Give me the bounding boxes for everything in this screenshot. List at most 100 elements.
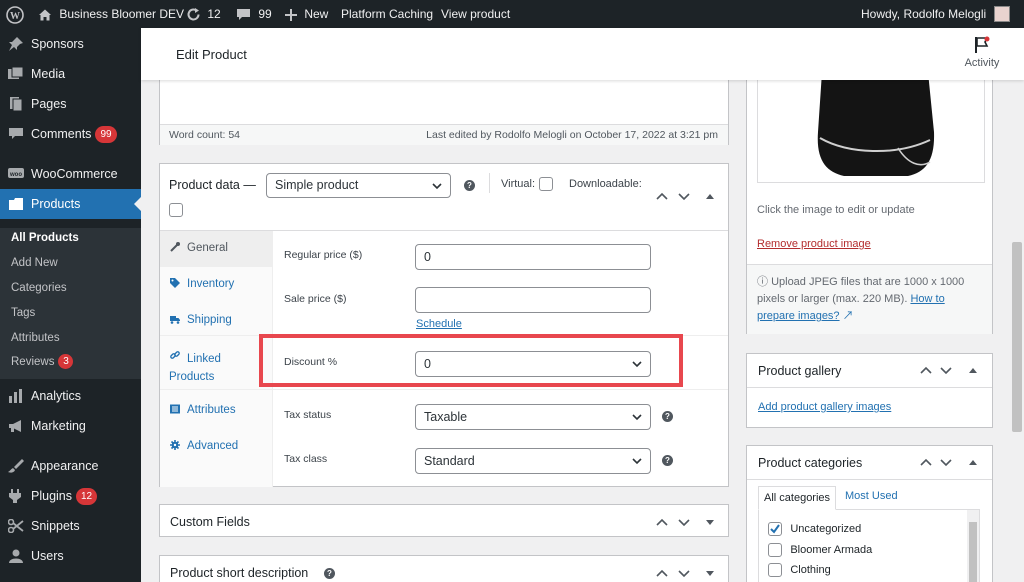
scrollbar-thumb[interactable] — [969, 522, 977, 582]
help-icon[interactable]: ? — [324, 568, 335, 579]
editor-status-bar: Word count: 54 Last edited by Rodolfo Me… — [160, 124, 728, 145]
short-description-title: Product short description — [170, 566, 309, 580]
updates-link[interactable]: 12 — [186, 0, 221, 28]
sidebar-item-label: Snippets — [31, 519, 80, 533]
admin-bar: W Business Bloomer DEV 12 99 New Platfor… — [0, 0, 1024, 28]
downloadable-checkbox[interactable] — [169, 203, 183, 217]
sidebar-item-label: Analytics — [31, 389, 82, 403]
product-image-panel: Click the image to edit or update Remove… — [746, 60, 993, 334]
regular-price-label: Regular price ($) — [284, 249, 363, 261]
upload-note-box: ⓘ Upload JPEG files that are 1000 x 1000… — [747, 264, 992, 334]
tab-inventory[interactable]: Inventory — [160, 267, 274, 303]
tag-icon — [170, 278, 180, 288]
sale-price-input[interactable] — [415, 287, 651, 313]
brush-icon — [8, 459, 24, 473]
category-label: Uncategorized — [790, 522, 862, 535]
new-content-link[interactable]: New — [285, 0, 328, 28]
category-checkbox[interactable] — [768, 542, 782, 557]
woo-icon: woo — [8, 168, 24, 178]
updates-count: 12 — [207, 7, 221, 21]
product-type-value: Simple product — [275, 178, 359, 192]
tax-status-select[interactable]: Taxable — [415, 404, 651, 430]
chevron-down-icon — [432, 183, 442, 190]
scrollbar[interactable] — [967, 510, 979, 582]
sidebar-item-label: Appearance — [31, 459, 99, 473]
product-type-select[interactable]: Simple product — [266, 173, 451, 198]
product-image[interactable] — [757, 71, 985, 183]
sidebar-item-analytics[interactable]: Analytics — [0, 381, 141, 411]
view-product-link[interactable]: View product — [441, 0, 510, 28]
account-menu[interactable]: Howdy, Rodolfo Melogli — [861, 0, 1010, 28]
product-gallery-title: Product gallery — [758, 364, 842, 378]
schedule-link[interactable]: Schedule — [416, 318, 462, 330]
tax-class-label: Tax class — [284, 453, 328, 465]
divider — [747, 387, 992, 388]
tab-advanced[interactable]: Advanced — [160, 429, 274, 465]
sidebar-item-sponsors[interactable]: Sponsors — [0, 29, 141, 59]
sidebar-item-label: Products — [31, 197, 81, 211]
product-data-panel: Product data — Simple product ? Virtual:… — [159, 163, 729, 487]
tab-all-categories[interactable]: All categories — [758, 486, 836, 510]
sidebar-item-snippets[interactable]: Snippets — [0, 511, 141, 541]
tab-label: General — [187, 242, 228, 254]
help-icon[interactable]: ? — [464, 180, 475, 191]
list-icon — [170, 404, 180, 414]
tab-most-used[interactable]: Most Used — [845, 490, 898, 502]
sidebar-item-media[interactable]: Media — [0, 59, 141, 89]
activity-button[interactable]: Activity — [959, 36, 1005, 76]
highlight-box — [259, 334, 683, 387]
divider — [160, 389, 728, 390]
submenu-item-tags[interactable]: Tags — [11, 303, 35, 323]
category-item[interactable]: Uncategorized — [768, 521, 861, 536]
submenu-item-attributes[interactable]: Attributes — [11, 328, 60, 348]
upload-note: ⓘ Upload JPEG files that are 1000 x 1000… — [757, 274, 985, 325]
regular-price-input[interactable]: 0 — [415, 244, 651, 270]
svg-text:woo: woo — [9, 172, 22, 178]
category-item[interactable]: Bloomer Armada — [768, 542, 872, 557]
sidebar-item-woocommerce[interactable]: woo WooCommerce — [0, 159, 141, 189]
platform-caching-link[interactable]: Platform Caching — [341, 0, 433, 28]
submenu-item-categories[interactable]: Categories — [11, 278, 67, 298]
virtual-checkbox[interactable] — [539, 177, 553, 191]
sidebar-item-plugins[interactable]: Plugins 12 — [0, 481, 141, 511]
panel-toggle-controls[interactable] — [655, 566, 725, 580]
panel-toggle-controls[interactable] — [919, 363, 989, 377]
tax-status-value: Taxable — [424, 410, 468, 424]
pin-icon — [9, 37, 23, 51]
category-item[interactable]: Clothing — [768, 562, 831, 577]
submenu-item-add-new[interactable]: Add New — [11, 253, 58, 273]
add-gallery-images-link[interactable]: Add product gallery images — [758, 401, 891, 413]
sidebar-item-users[interactable]: Users — [0, 541, 141, 571]
site-home-link[interactable]: Business Bloomer DEV — [38, 0, 184, 28]
page-scrollbar[interactable] — [1010, 80, 1024, 582]
panel-toggle-controls[interactable] — [919, 455, 989, 469]
sidebar-item-marketing[interactable]: Marketing — [0, 411, 141, 441]
remove-image-link[interactable]: Remove product image — [757, 238, 871, 250]
tab-linked-products[interactable]: Linked Products — [160, 339, 274, 389]
tab-shipping[interactable]: Shipping — [160, 303, 274, 339]
help-icon[interactable]: ? — [662, 455, 673, 466]
short-description-panel[interactable]: Product short description ? — [159, 555, 729, 582]
panel-toggle-controls[interactable] — [655, 515, 725, 529]
page-scrollbar-thumb[interactable] — [1012, 242, 1022, 432]
submenu-item-reviews[interactable]: Reviews 3 — [11, 352, 74, 372]
word-count: Word count: 54 — [169, 129, 241, 141]
category-checkbox[interactable] — [768, 562, 782, 577]
wordpress-logo-icon[interactable]: W — [6, 0, 24, 28]
panel-toggle-controls[interactable] — [655, 189, 725, 203]
sidebar-item-appearance[interactable]: Appearance — [0, 451, 141, 481]
tab-attributes[interactable]: Attributes — [160, 393, 274, 429]
sidebar-item-comments[interactable]: Comments 99 — [0, 119, 141, 149]
submenu-item-all-products[interactable]: All Products — [11, 228, 79, 248]
help-icon[interactable]: ? — [662, 411, 673, 422]
tax-class-select[interactable]: Standard — [415, 448, 651, 474]
sidebar-item-pages[interactable]: Pages — [0, 89, 141, 119]
custom-fields-panel[interactable]: Custom Fields — [159, 504, 729, 537]
sidebar-item-products[interactable]: Products — [0, 189, 141, 219]
divider — [747, 479, 992, 480]
chevron-down-icon — [632, 458, 642, 465]
comments-link[interactable]: 99 — [236, 0, 272, 28]
sidebar-item-label: Sponsors — [31, 37, 84, 51]
tab-general[interactable]: General — [160, 231, 273, 267]
category-checkbox[interactable] — [768, 521, 782, 536]
